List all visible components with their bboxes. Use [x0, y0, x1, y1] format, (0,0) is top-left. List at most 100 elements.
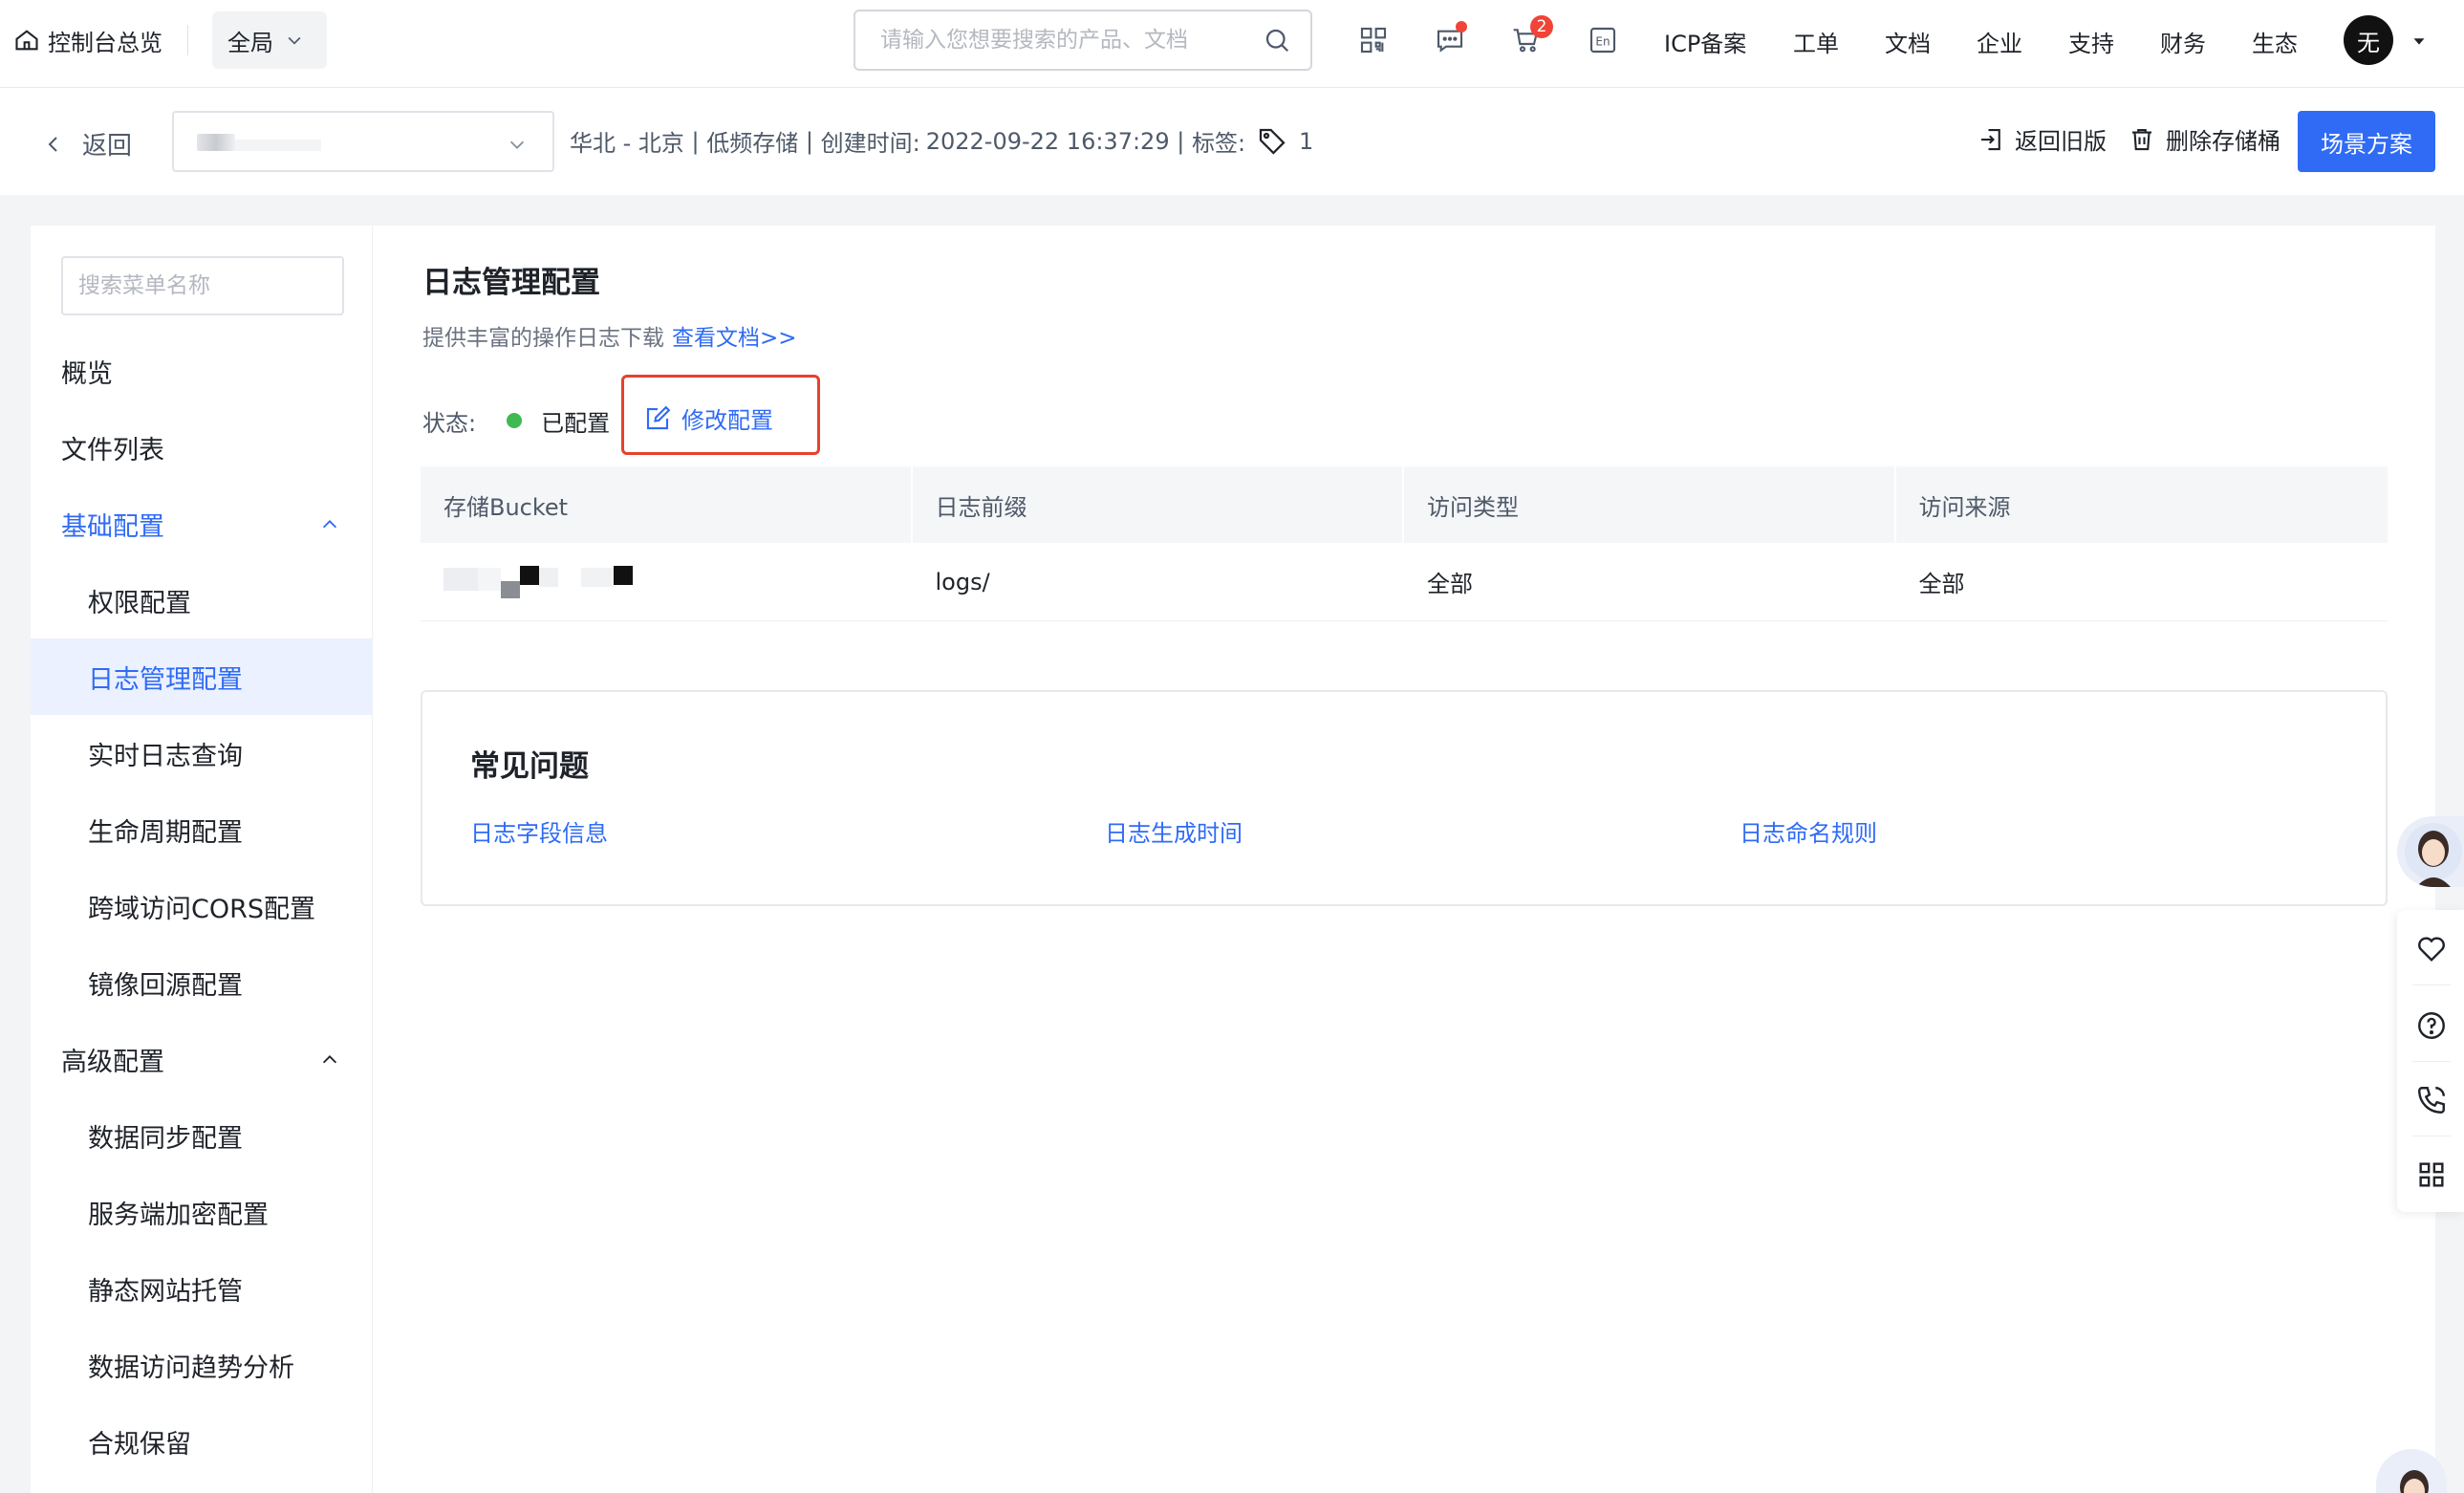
log-config-table: 存储Bucket 日志前缀 访问类型 访问来源 logs/ 全部 全部: [421, 466, 2388, 621]
bucket-region: 华北 - 北京: [570, 130, 684, 157]
phone-icon[interactable]: [2415, 1084, 2448, 1116]
help-icon[interactable]: [2415, 1009, 2448, 1042]
menu-search-box: [61, 256, 358, 315]
global-search-box: [854, 10, 1312, 71]
edit-config-button[interactable]: 修改配置: [643, 401, 773, 435]
view-docs-link[interactable]: 查看文档>>: [672, 326, 797, 351]
mosaic-block: [501, 581, 520, 598]
back-button[interactable]: 返回: [42, 126, 132, 162]
delete-bucket-button[interactable]: 删除存储桶: [2128, 122, 2280, 156]
mosaic-block: [478, 568, 501, 591]
global-search-input[interactable]: [880, 28, 1263, 53]
sidebar-item-label: 镜像回源配置: [88, 970, 243, 1001]
column-header-access-type: 访问类型: [1404, 466, 1896, 543]
bucket-selector[interactable]: [172, 111, 554, 172]
created-value: 2022-09-22 16:37:29: [925, 127, 1170, 155]
sidebar-item-access-trend-analysis[interactable]: 数据访问趋势分析: [31, 1327, 373, 1403]
sidebar-item-label: 数据访问趋势分析: [88, 1352, 294, 1383]
mosaic-block: [520, 566, 539, 585]
table-row: logs/ 全部 全部: [421, 543, 2388, 621]
bucket-meta: 华北 - 北京 | 低频存储 | 创建时间: 2022-09-22 16:37:…: [570, 124, 1313, 158]
mosaic-block: [614, 566, 633, 585]
console-home-link[interactable]: 控制台总览: [13, 23, 162, 57]
return-old-version-button[interactable]: 返回旧版: [1977, 122, 2107, 156]
caret-down-icon[interactable]: [2409, 31, 2430, 52]
nav-link-icp[interactable]: ICP备案: [1664, 25, 1746, 58]
apps-grid-icon[interactable]: [2415, 1158, 2448, 1191]
faq-link-log-generation-time[interactable]: 日志生成时间: [1105, 814, 1243, 848]
menu-search-input[interactable]: [78, 273, 358, 298]
nav-link-ecosystem[interactable]: 生态: [2252, 25, 2298, 58]
nav-link-docs[interactable]: 文档: [1885, 25, 1931, 58]
page-description-text: 提供丰富的操作日志下载: [422, 326, 664, 351]
assistant-avatar[interactable]: [2397, 816, 2464, 887]
messages-button[interactable]: [1433, 21, 1467, 57]
assistant-avatar-icon: [2405, 823, 2462, 887]
faq-card: 常见问题 日志字段信息 日志生成时间 日志命名规则: [421, 690, 2388, 906]
nav-link-tickets[interactable]: 工单: [1793, 25, 1839, 58]
scenario-solution-button[interactable]: 场景方案: [2298, 111, 2435, 172]
sidebar-item-compliance-retention[interactable]: 合规保留: [31, 1403, 373, 1480]
back-label: 返回: [82, 132, 133, 161]
column-header-log-prefix: 日志前缀: [913, 466, 1404, 543]
sidebar-menu: 概览 文件列表 基础配置 权限配置 日志管理配置 实时日志查询 生命周期配置 跨…: [31, 226, 373, 1493]
language-button[interactable]: En: [1586, 23, 1620, 57]
nav-link-support[interactable]: 支持: [2068, 25, 2114, 58]
chevron-down-icon: [288, 36, 301, 45]
tag-icon[interactable]: [1257, 126, 1287, 157]
bucket-header-bar: 返回 华北 - 北京 | 低频存储 | 创建时间: 2022-09-22 16:…: [0, 88, 2464, 195]
sidebar-item-cors-config[interactable]: 跨域访问CORS配置: [31, 868, 373, 944]
sidebar-item-lifecycle-config[interactable]: 生命周期配置: [31, 791, 373, 868]
delete-bucket-label: 删除存储桶: [2166, 128, 2280, 155]
log-prefix-cell: logs/: [935, 568, 990, 595]
floating-toolbar: [2397, 910, 2464, 1212]
mosaic-block: [539, 568, 558, 587]
scope-dropdown[interactable]: 全局: [212, 11, 327, 69]
sidebar-item-label: 跨域访问CORS配置: [88, 894, 316, 924]
sidebar-group-basic-config[interactable]: 基础配置: [31, 486, 373, 562]
page-title: 日志管理配置: [422, 266, 600, 300]
sidebar-item-log-management[interactable]: 日志管理配置: [31, 638, 373, 715]
sidebar-item-permission-config[interactable]: 权限配置: [31, 562, 373, 638]
sidebar-item-label: 基础配置: [61, 511, 164, 542]
sidebar-item-file-list[interactable]: 文件列表: [31, 409, 373, 486]
sidebar-item-label: 静态网站托管: [88, 1276, 243, 1307]
sidebar-item-server-encryption[interactable]: 服务端加密配置: [31, 1174, 373, 1250]
sidebar-item-static-website[interactable]: 静态网站托管: [31, 1250, 373, 1327]
faq-title: 常见问题: [470, 749, 589, 784]
nav-link-finance[interactable]: 财务: [2160, 25, 2206, 58]
column-header-access-source: 访问来源: [1918, 493, 2011, 521]
edit-config-label: 修改配置: [681, 407, 773, 434]
favorite-icon[interactable]: [2415, 933, 2448, 965]
status-value: 已配置: [541, 409, 611, 437]
sidebar-item-overview[interactable]: 概览: [31, 333, 373, 409]
cart-button[interactable]: 2: [1509, 15, 1553, 57]
sidebar-item-mirror-origin-config[interactable]: 镜像回源配置: [31, 944, 373, 1021]
sidebar-item-label: 合规保留: [88, 1429, 191, 1460]
main-content: 日志管理配置 提供丰富的操作日志下载 查看文档>> 状态: 已配置 修改配置 存储…: [373, 226, 2435, 1493]
console-home-label: 控制台总览: [48, 29, 162, 56]
meta-sep: |: [683, 127, 707, 155]
home-icon: [15, 30, 38, 51]
sidebar-item-label: 日志管理配置: [88, 664, 243, 695]
column-header-bucket: 存储Bucket: [421, 466, 913, 543]
sidebar-item-data-sync-config[interactable]: 数据同步配置: [31, 1097, 373, 1174]
nav-link-enterprise[interactable]: 企业: [1977, 25, 2022, 58]
user-avatar[interactable]: 无: [2344, 15, 2393, 65]
faq-link-log-fields[interactable]: 日志字段信息: [470, 814, 608, 848]
edit-icon: [646, 405, 671, 429]
page-description: 提供丰富的操作日志下载 查看文档>>: [422, 319, 797, 352]
search-icon[interactable]: [1263, 26, 1291, 54]
meta-sep: |: [1169, 127, 1192, 155]
faq-link-log-naming-rules[interactable]: 日志命名规则: [1740, 814, 1877, 848]
chevron-left-icon: [48, 136, 57, 152]
divider: [187, 25, 188, 55]
sidebar-item-realtime-log-query[interactable]: 实时日志查询: [31, 715, 373, 791]
exit-icon: [1981, 128, 2000, 150]
tag-count: 1: [1299, 127, 1314, 155]
unread-dot: [1456, 21, 1467, 32]
qrcode-button[interactable]: [1356, 23, 1391, 57]
language-icon: En: [1589, 27, 1616, 54]
sidebar-group-advanced-config[interactable]: 高级配置: [31, 1021, 373, 1097]
chevron-up-icon: [322, 520, 337, 529]
